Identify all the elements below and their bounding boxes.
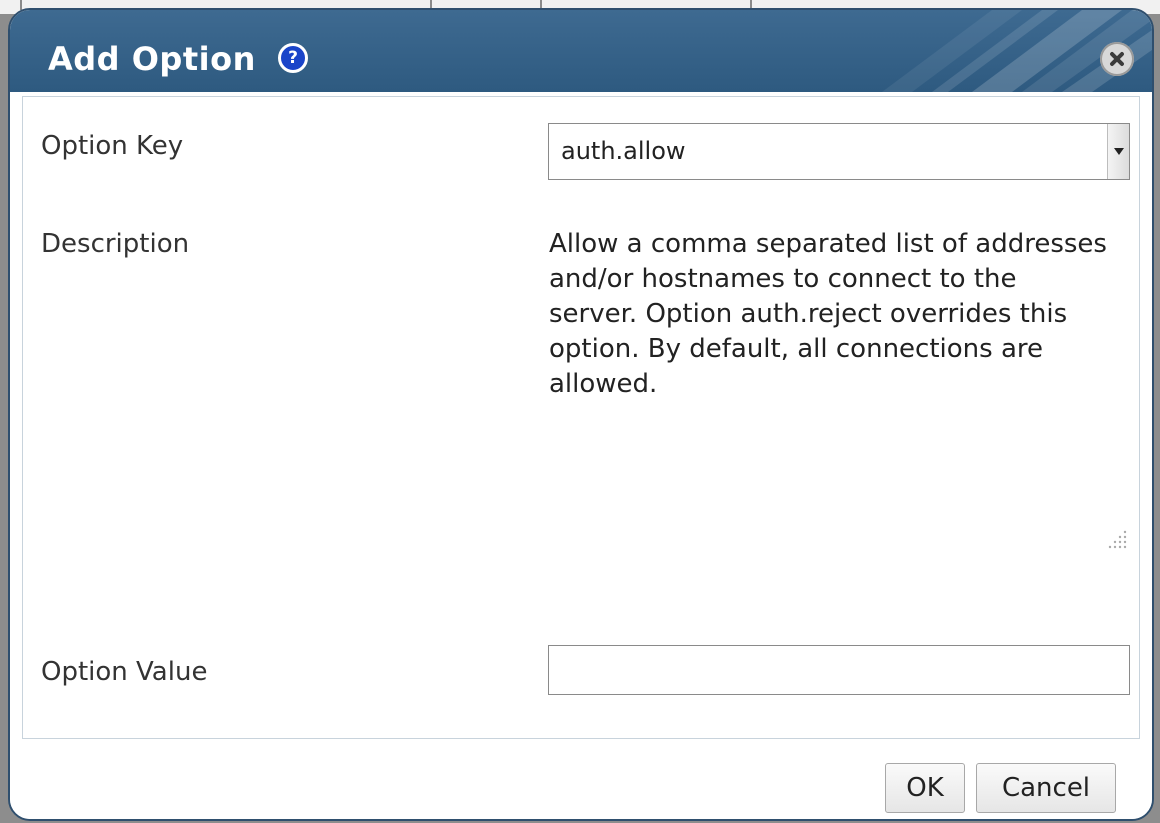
option-value-label: Option Value xyxy=(41,657,208,687)
resize-grip-icon[interactable] xyxy=(1108,529,1128,549)
dialog-title: Add Option xyxy=(48,40,256,78)
close-icon[interactable] xyxy=(1100,42,1134,76)
option-key-select[interactable]: auth.allow xyxy=(548,123,1130,180)
description-label: Description xyxy=(41,229,190,259)
option-value-input[interactable] xyxy=(548,645,1130,695)
dialog-footer: OK Cancel xyxy=(10,742,1152,819)
dialog-titlebar: Add Option ? xyxy=(10,10,1152,92)
ok-button[interactable]: OK xyxy=(885,763,965,813)
option-key-label: Option Key xyxy=(41,131,184,161)
description-text: Allow a comma separated list of addresse… xyxy=(549,229,1107,399)
help-icon[interactable]: ? xyxy=(278,43,308,73)
dialog-content: Option Key auth.allow Description Allow … xyxy=(22,96,1140,739)
chevron-down-icon[interactable] xyxy=(1107,124,1129,179)
add-option-dialog: Add Option ? Option Key auth.allow Descr… xyxy=(8,8,1154,821)
option-key-selected-value: auth.allow xyxy=(561,137,686,165)
cancel-button[interactable]: Cancel xyxy=(976,763,1116,813)
